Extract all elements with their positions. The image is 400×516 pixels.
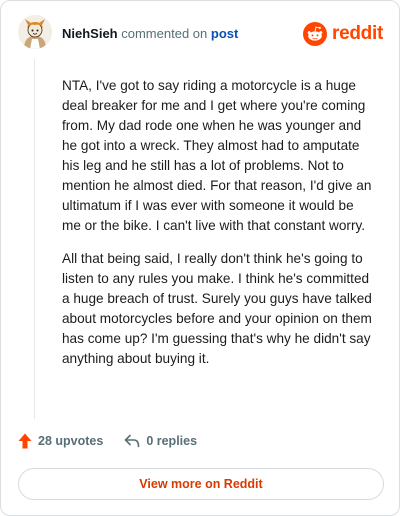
comment-meta: NiehSieh commented on post [62, 26, 238, 41]
view-more-button[interactable]: View more on Reddit [18, 468, 384, 500]
comment-paragraph: All that being said, I really don't thin… [62, 251, 372, 366]
reddit-embed-card: NiehSieh commented on post reddit NTA, I… [0, 0, 400, 516]
comment-header: NiehSieh commented on post reddit [18, 15, 383, 51]
comment-action-text: commented on [121, 26, 208, 41]
snoo-avatar-icon [18, 15, 52, 49]
post-link[interactable]: post [211, 26, 238, 41]
reddit-logo-icon [303, 22, 328, 46]
username-link[interactable]: NiehSieh [62, 26, 118, 41]
comment-body: NTA, I've got to say riding a motorcycle… [62, 76, 372, 382]
reply-count: 0 replies [146, 434, 198, 448]
reddit-wordmark: reddit [332, 23, 383, 44]
thread-line [34, 59, 35, 419]
upvote-count: 28 upvotes [38, 434, 104, 448]
comment-paragraph: NTA, I've got to say riding a motorcycle… [62, 78, 372, 233]
upvote-button[interactable]: 28 upvotes [18, 433, 103, 449]
comment-actions: 28 upvotes 0 replies [18, 433, 197, 449]
user-avatar[interactable] [18, 15, 52, 49]
reddit-brand-link[interactable]: reddit [303, 21, 383, 47]
reply-button[interactable]: 0 replies [124, 434, 197, 448]
upvote-arrow-icon [18, 433, 32, 449]
reply-arrow-icon [125, 434, 140, 448]
